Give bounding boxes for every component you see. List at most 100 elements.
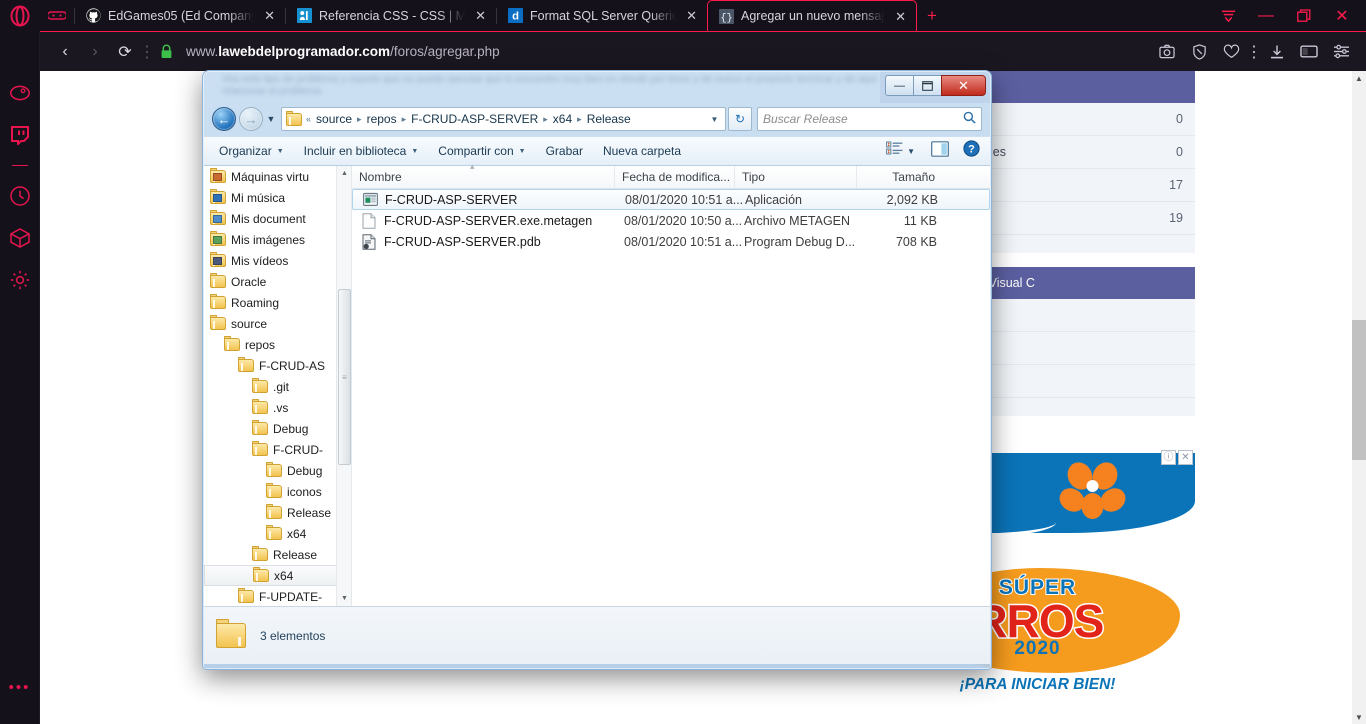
preview-pane-icon[interactable] <box>931 140 949 162</box>
burn-button[interactable]: Grabar <box>537 139 592 163</box>
reload-button[interactable]: ⟳ <box>110 37 140 67</box>
tab-close-icon[interactable]: ✕ <box>261 7 278 24</box>
dots-icon[interactable]: ⋮ <box>1246 37 1262 67</box>
tab-close-icon[interactable]: ✕ <box>472 7 489 24</box>
column-header-size[interactable]: Tamaño <box>857 166 942 189</box>
tree-item-mis-document[interactable]: Mis document <box>204 208 351 229</box>
tree-item-mis-v-deos[interactable]: Mis vídeos <box>204 250 351 271</box>
recent-locations-dropdown[interactable]: ▼ <box>263 114 279 124</box>
include-in-library-button[interactable]: Incluir en biblioteca ▼ <box>295 139 428 163</box>
tree-item-debug[interactable]: Debug <box>204 418 351 439</box>
tree-item--vs[interactable]: .vs <box>204 397 351 418</box>
column-header-type[interactable]: Tipo <box>735 165 857 189</box>
refresh-button[interactable]: ↻ <box>728 107 752 131</box>
new-tab-button[interactable]: + <box>917 0 947 31</box>
tree-item-release[interactable]: Release <box>204 544 351 565</box>
url-text[interactable]: www.lawebdelprogramador.com/foros/agrega… <box>186 44 500 59</box>
windows-explorer-window[interactable]: Vea este tipo de problema y reporte que … <box>202 70 992 670</box>
cube-icon[interactable] <box>8 226 32 250</box>
tab-close-icon[interactable]: ✕ <box>892 8 909 25</box>
back-button[interactable]: ‹ <box>50 37 80 67</box>
speed-dial-icon[interactable] <box>8 81 32 105</box>
breadcrumb-item-repos[interactable]: repos <box>363 110 401 128</box>
tree-item--git[interactable]: .git <box>204 376 351 397</box>
close-icon[interactable]: ✕ <box>1324 0 1360 31</box>
restore-icon[interactable] <box>1286 0 1322 31</box>
navigation-tree-pane[interactable]: Máquinas virtu Mi música Mis document Mis i… <box>204 166 352 606</box>
history-clock-icon[interactable] <box>8 184 32 208</box>
breadcrumb[interactable]: « source ▸ repos ▸ F-CRUD-ASP-SERVER ▸ x… <box>281 107 726 131</box>
tree-scrollbar[interactable]: ▲ ≡ ▼ <box>336 166 351 606</box>
tree-item-oracle[interactable]: Oracle <box>204 271 351 292</box>
tree-item-f-crud-as[interactable]: F-CRUD-AS <box>204 355 351 376</box>
tree-item-source[interactable]: source <box>204 313 351 334</box>
search-input[interactable]: Buscar Release <box>757 107 982 131</box>
tree-item-m-quinas-virtu[interactable]: Máquinas virtu <box>204 166 351 187</box>
breadcrumb-item-project[interactable]: F-CRUD-ASP-SERVER <box>407 110 542 128</box>
organize-menu-button[interactable]: Organizar ▼ <box>210 139 293 163</box>
breadcrumb-item-release[interactable]: Release <box>583 110 635 128</box>
explorer-titlebar[interactable]: Vea este tipo de problema y reporte que … <box>204 72 990 102</box>
tree-item-mis-im-genes[interactable]: Mis imágenes <box>204 229 351 250</box>
heart-icon[interactable] <box>1216 37 1246 67</box>
view-chevron-down-icon[interactable]: ▼ <box>907 147 915 156</box>
scrollbar-thumb[interactable] <box>1352 320 1366 460</box>
tab-close-icon[interactable]: ✕ <box>683 7 700 24</box>
share-with-button[interactable]: Compartir con ▼ <box>429 139 534 163</box>
gear-icon[interactable] <box>8 268 32 292</box>
tree-item-repos[interactable]: repos <box>204 334 351 355</box>
explorer-close-button[interactable]: ✕ <box>941 75 986 96</box>
tree-scroll-down[interactable]: ▼ <box>337 591 351 606</box>
tree-item-roaming[interactable]: Roaming <box>204 292 351 313</box>
table-row[interactable]: F-CRUD-ASP-SERVER.exe.metagen 08/01/2020 … <box>352 210 990 231</box>
sidebar-overflow-icon[interactable]: ••• <box>9 679 31 696</box>
help-icon[interactable]: ? <box>963 140 980 162</box>
tab-list-icon[interactable] <box>1210 0 1246 31</box>
file-list-pane[interactable]: Nombre ▴ Fecha de modifica... Tipo Tamañ… <box>352 161 990 606</box>
forward-button[interactable]: › <box>80 37 110 67</box>
explorer-forward-button[interactable]: → <box>239 107 263 131</box>
table-row[interactable]: F-CRUD-ASP-SERVER 08/01/2020 10:51 a... Ap… <box>352 189 990 210</box>
download-icon[interactable] <box>1262 37 1292 67</box>
tree-scroll-thumb[interactable]: ≡ <box>338 289 351 465</box>
breadcrumb-overflow[interactable]: « <box>302 114 312 124</box>
explorer-maximize-button[interactable] <box>913 75 942 96</box>
tab-3-active[interactable]: {} Agregar un nuevo mensaje ✕ <box>707 0 917 31</box>
camera-icon[interactable] <box>1152 37 1182 67</box>
tab-0[interactable]: EdGames05 (Ed Company) ✕ <box>75 0 285 31</box>
opera-logo-icon[interactable] <box>0 0 40 31</box>
view-list-icon[interactable] <box>886 141 903 161</box>
explorer-minimize-button[interactable]: — <box>885 75 914 96</box>
twitch-icon[interactable] <box>8 123 32 147</box>
page-menu-icon[interactable]: ⋮ <box>139 37 155 67</box>
tab-1[interactable]: Referencia CSS - CSS | MDN ✕ <box>286 0 496 31</box>
column-header-name[interactable]: Nombre ▴ <box>352 161 615 189</box>
lock-icon[interactable] <box>154 44 178 59</box>
ad-close-icon[interactable]: ✕ <box>1178 450 1193 465</box>
minimize-icon[interactable]: — <box>1248 0 1284 31</box>
tree-item-debug[interactable]: Debug <box>204 460 351 481</box>
new-folder-button[interactable]: Nueva carpeta <box>594 139 690 163</box>
table-row[interactable]: F-CRUD-ASP-SERVER.pdb 08/01/2020 10:51 a.… <box>352 231 990 252</box>
ad-info-icon[interactable]: ⓘ <box>1161 450 1176 465</box>
page-scrollbar[interactable]: ▲ ▼ <box>1352 71 1366 724</box>
breadcrumb-item-source[interactable]: source <box>312 110 356 128</box>
column-header-date[interactable]: Fecha de modifica... <box>615 165 735 189</box>
tree-item-x64[interactable]: x64 <box>204 565 351 586</box>
tree-item-x64[interactable]: x64 <box>204 523 351 544</box>
tree-item-iconos[interactable]: iconos <box>204 481 351 502</box>
breadcrumb-dropdown-icon[interactable]: ▼ <box>706 115 723 124</box>
tree-scroll-up[interactable]: ▲ <box>337 166 351 181</box>
breadcrumb-item-x64[interactable]: x64 <box>549 110 576 128</box>
scroll-down-arrow[interactable]: ▼ <box>1352 710 1366 724</box>
tree-item-f-crud-[interactable]: F-CRUD- <box>204 439 351 460</box>
settings-sliders-icon[interactable] <box>1326 37 1356 67</box>
scroll-up-arrow[interactable]: ▲ <box>1352 71 1366 85</box>
workspace-icon[interactable] <box>1294 37 1324 67</box>
shield-block-icon[interactable] <box>1184 37 1214 67</box>
tab-2[interactable]: d Format SQL Server Queries ✕ <box>497 0 707 31</box>
tab-gamepad-icon[interactable] <box>40 0 74 31</box>
tree-item-release[interactable]: Release <box>204 502 351 523</box>
tree-item-mi-m-sica[interactable]: Mi música <box>204 187 351 208</box>
explorer-back-button[interactable]: ← <box>212 107 236 131</box>
